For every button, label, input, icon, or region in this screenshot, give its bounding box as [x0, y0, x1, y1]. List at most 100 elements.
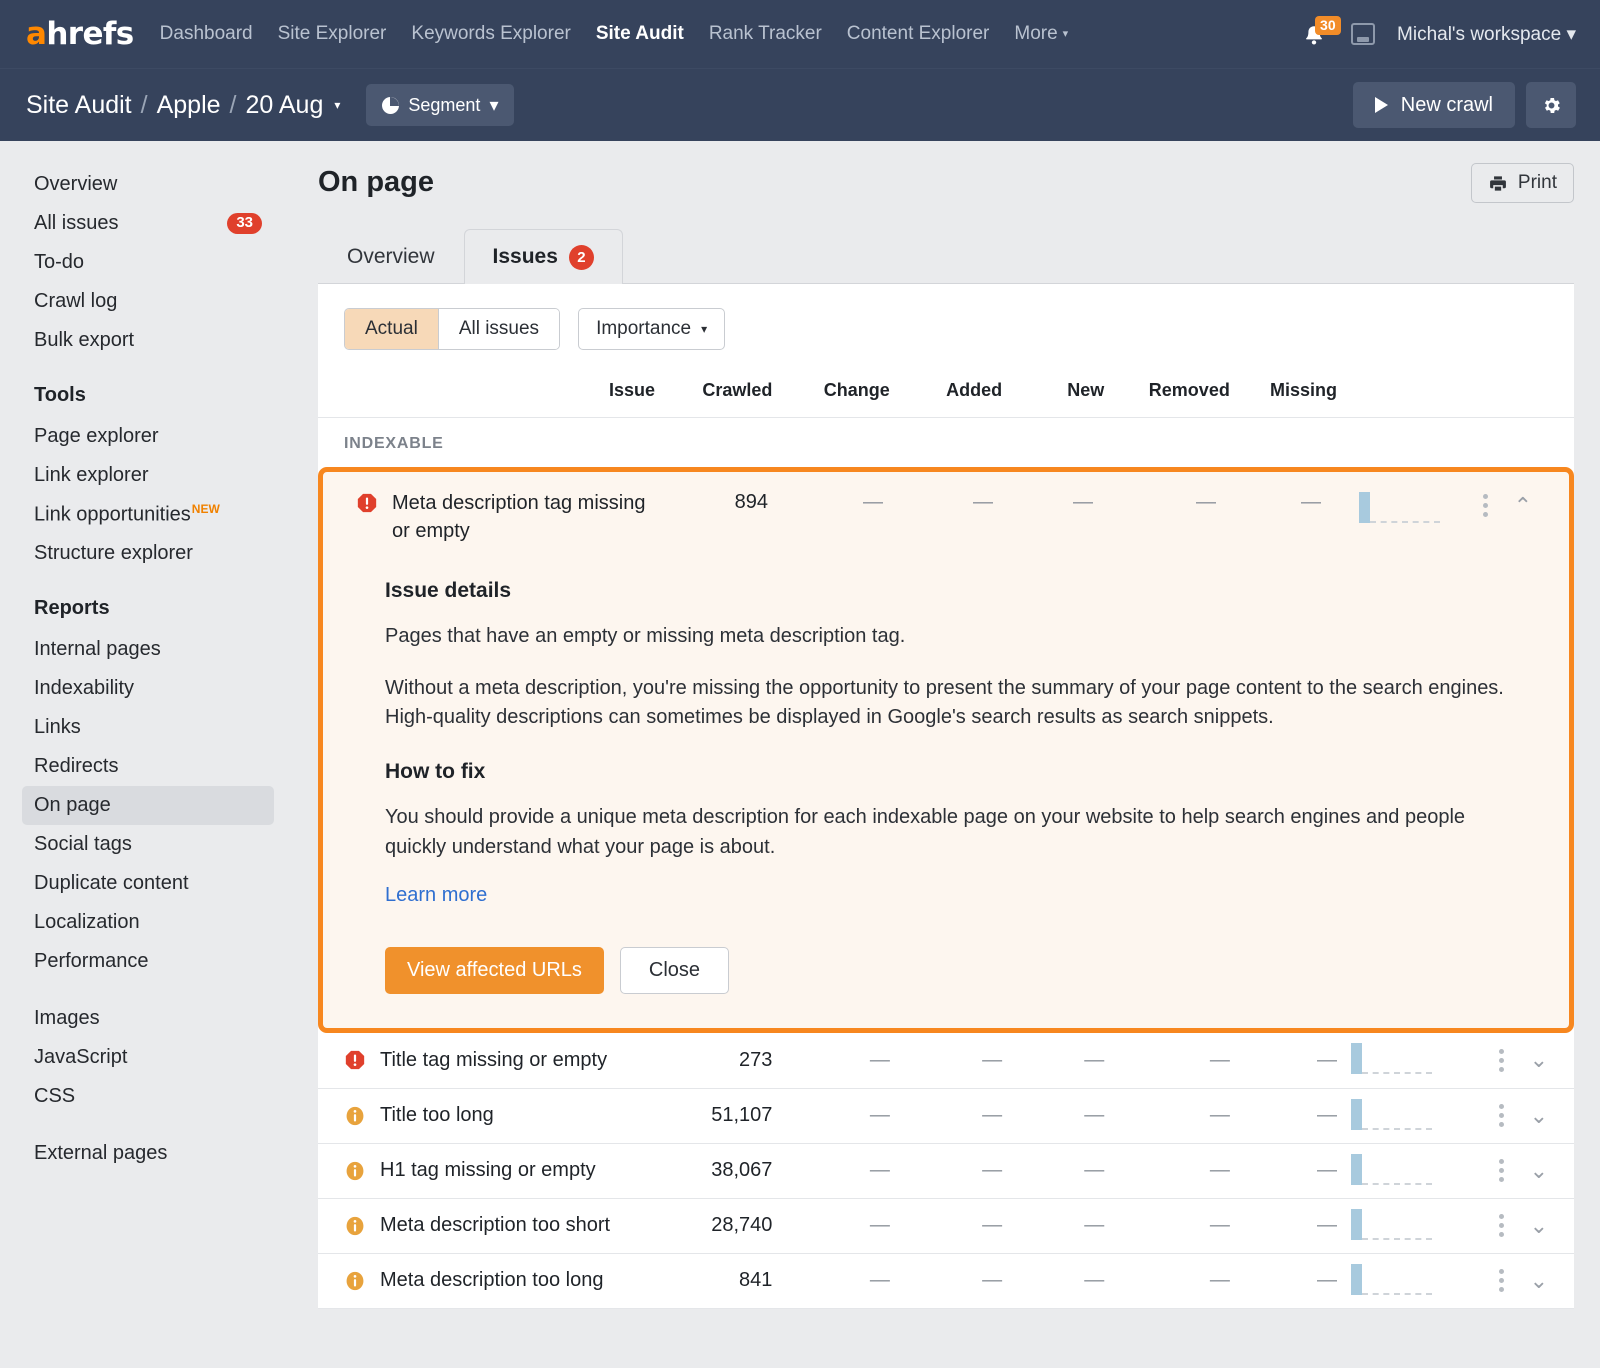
sidebar-item-link-opportunities[interactable]: Link opportunitiesNEW — [22, 495, 274, 534]
column-header-change[interactable]: Change — [772, 372, 889, 418]
notifications-button[interactable]: 30 — [1303, 20, 1329, 48]
sidebar-item-link-explorer[interactable]: Link explorer — [22, 456, 274, 495]
column-header-removed[interactable]: Removed — [1104, 372, 1230, 418]
subheader-actions: New crawl — [1353, 82, 1576, 128]
table-row[interactable]: Title tag missing or empty273—————⌄ — [318, 1033, 1574, 1088]
sparkline-chart — [1337, 1209, 1433, 1243]
sidebar-item-crawl-log[interactable]: Crawl log — [22, 282, 274, 321]
settings-button[interactable] — [1526, 82, 1576, 128]
sidebar-item-css[interactable]: CSS — [22, 1077, 274, 1116]
expanded-issue-body: Issue details Pages that have an empty o… — [323, 561, 1569, 1028]
ahrefs-logo[interactable]: ahrefs — [26, 16, 134, 52]
chevron-down-icon[interactable]: ⌄ — [1530, 1215, 1548, 1237]
sidebar-item-images[interactable]: Images — [22, 999, 274, 1038]
new-crawl-button[interactable]: New crawl — [1353, 82, 1515, 128]
sidebar-item-bulk-export[interactable]: Bulk export — [22, 321, 274, 360]
segment-button[interactable]: Segment ▾ — [366, 84, 514, 126]
sidebar-item-localization[interactable]: Localization — [22, 903, 274, 942]
sidebar-item-label: Internal pages — [34, 638, 262, 661]
column-header-new[interactable]: New — [1002, 372, 1104, 418]
nav-link-site-audit[interactable]: Site Audit — [596, 23, 684, 45]
nav-link-keywords-explorer[interactable]: Keywords Explorer — [411, 23, 570, 45]
sidebar-item-social-tags[interactable]: Social tags — [22, 825, 274, 864]
table-row[interactable]: Meta description too long841—————⌄ — [318, 1253, 1574, 1308]
nav-link-rank-tracker[interactable]: Rank Tracker — [709, 23, 822, 45]
issues-table-body: INDEXABLE — [318, 418, 1574, 468]
column-header-missing[interactable]: Missing — [1230, 372, 1337, 418]
sidebar-item-on-page[interactable]: On page — [22, 786, 274, 825]
workspace-selector[interactable]: Michal's workspace ▾ — [1397, 23, 1576, 46]
row-menu-icon[interactable] — [1499, 1269, 1504, 1292]
chevron-up-icon[interactable]: ⌃ — [1514, 495, 1532, 517]
tab-overview[interactable]: Overview — [318, 229, 464, 284]
chevron-down-icon[interactable]: ▾ — [334, 98, 340, 112]
sidebar-item-javascript[interactable]: JavaScript — [22, 1038, 274, 1077]
error-octagon-icon — [344, 1049, 366, 1071]
cell-new: — — [1002, 1143, 1104, 1198]
cell-missing: — — [1230, 1198, 1337, 1253]
sparkline-chart — [1337, 1154, 1433, 1188]
sidebar-item-duplicate-content[interactable]: Duplicate content — [22, 864, 274, 903]
sidebar-item-structure-explorer[interactable]: Structure explorer — [22, 534, 274, 573]
column-header-crawled[interactable]: Crawled — [655, 372, 772, 418]
expanded-issue-new: — — [993, 490, 1093, 514]
content-tabs: OverviewIssues2 — [318, 228, 1574, 284]
issue-name: Meta description too short — [380, 1214, 610, 1237]
filter-all-issues-button[interactable]: All issues — [438, 309, 559, 349]
nav-link-dashboard[interactable]: Dashboard — [160, 23, 253, 45]
sidebar-item-internal-pages[interactable]: Internal pages — [22, 630, 274, 669]
cell-new: — — [1002, 1088, 1104, 1143]
chevron-down-icon[interactable]: ⌄ — [1530, 1270, 1548, 1292]
sidebar-item-label: Page explorer — [34, 425, 262, 448]
chevron-down-icon[interactable]: ⌄ — [1530, 1049, 1548, 1071]
sidebar-item-label: Overview — [34, 173, 262, 196]
sidebar-item-all-issues[interactable]: All issues33 — [22, 204, 274, 243]
breadcrumb-separator-2: / — [230, 91, 237, 120]
close-button[interactable]: Close — [620, 947, 729, 994]
expanded-issue-header-row[interactable]: Meta description tag missing or empty 89… — [323, 472, 1569, 561]
nav-link-more[interactable]: More▾ — [1014, 23, 1068, 45]
sidebar-item-links[interactable]: Links — [22, 708, 274, 747]
learn-more-link[interactable]: Learn more — [385, 884, 487, 907]
row-menu-icon[interactable] — [1499, 1159, 1504, 1182]
column-header-issue[interactable]: Issue — [318, 372, 655, 418]
sidebar-item-to-do[interactable]: To-do — [22, 243, 274, 282]
cell-change: — — [772, 1198, 889, 1253]
table-row[interactable]: H1 tag missing or empty38,067—————⌄ — [318, 1143, 1574, 1198]
chevron-down-icon[interactable]: ⌄ — [1530, 1105, 1548, 1127]
page-layout: Overview All issues33To-doCrawl log Bulk e… — [0, 141, 1600, 1368]
sparkline-bar — [1351, 1154, 1362, 1185]
breadcrumb-date[interactable]: 20 Aug — [246, 91, 324, 120]
sidebar-item-label: Bulk export — [34, 329, 262, 352]
column-header-added[interactable]: Added — [890, 372, 1002, 418]
row-menu-icon[interactable] — [1499, 1049, 1504, 1072]
sidebar-item-page-explorer[interactable]: Page explorer — [22, 417, 274, 456]
breadcrumb-project[interactable]: Apple — [157, 91, 221, 120]
breadcrumb-site-audit[interactable]: Site Audit — [26, 91, 132, 120]
nav-link-site-explorer[interactable]: Site Explorer — [278, 23, 387, 45]
sidebar-item-external-pages[interactable]: External pages — [22, 1134, 274, 1173]
row-menu-icon[interactable] — [1499, 1104, 1504, 1127]
sidebar-item-performance[interactable]: Performance — [22, 942, 274, 981]
expanded-issue-title-cell: Meta description tag missing or empty — [323, 490, 653, 545]
sidebar-item-indexability[interactable]: Indexability — [22, 669, 274, 708]
nav-link-content-explorer[interactable]: Content Explorer — [847, 23, 990, 45]
row-menu-icon[interactable] — [1483, 494, 1488, 517]
table-row[interactable]: Meta description too short28,740—————⌄ — [318, 1198, 1574, 1253]
importance-dropdown[interactable]: Importance ▾ — [578, 308, 725, 350]
cell-sparkline — [1337, 1198, 1460, 1253]
chat-icon[interactable] — [1351, 23, 1375, 45]
row-menu-icon[interactable] — [1499, 1214, 1504, 1237]
info-circle-icon — [344, 1215, 366, 1237]
sidebar-item-overview[interactable]: Overview — [22, 165, 274, 204]
chevron-down-icon[interactable]: ⌄ — [1530, 1160, 1548, 1182]
workspace-label: Michal's workspace — [1397, 24, 1561, 45]
table-row[interactable]: Title too long51,107—————⌄ — [318, 1088, 1574, 1143]
filter-actual-button[interactable]: Actual — [345, 309, 438, 349]
print-button[interactable]: Print — [1471, 163, 1574, 203]
tab-issues[interactable]: Issues2 — [464, 229, 623, 284]
sidebar-item-label: Duplicate content — [34, 872, 262, 895]
sidebar-item-redirects[interactable]: Redirects — [22, 747, 274, 786]
printer-icon — [1488, 174, 1508, 193]
view-affected-urls-button[interactable]: View affected URLs — [385, 947, 604, 994]
